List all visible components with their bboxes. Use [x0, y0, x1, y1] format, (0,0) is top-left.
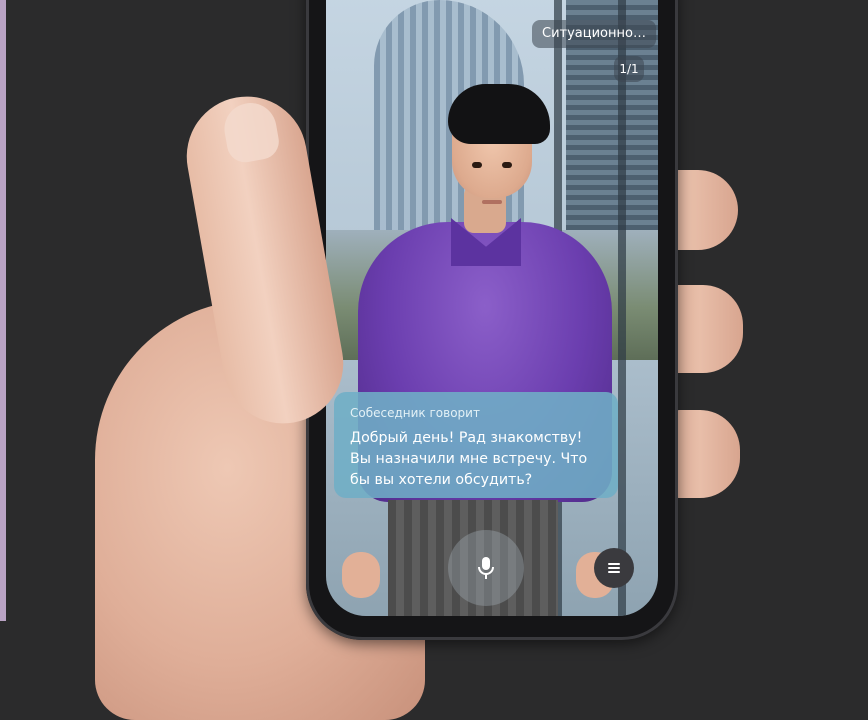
- scenario-title-button[interactable]: Ситуационно…: [532, 20, 656, 48]
- avatar-hair: [448, 84, 550, 144]
- microphone-icon: [478, 557, 494, 579]
- menu-icon: [608, 563, 620, 573]
- speech-bubble: Собеседник говорит Добрый день! Рад знак…: [334, 392, 618, 498]
- avatar-eye-right: [502, 162, 512, 168]
- phone-screen: Ситуационно… 1/1 Собеседник говорит Добр…: [326, 0, 658, 616]
- scenario-title: Ситуационно…: [542, 26, 646, 41]
- speaker-label: Собеседник говорит: [350, 406, 480, 420]
- left-accent-bar: [0, 0, 6, 621]
- scenario-counter: 1/1: [614, 56, 644, 82]
- microphone-button[interactable]: [448, 530, 524, 606]
- avatar-eye-left: [472, 162, 482, 168]
- avatar-mouth: [482, 200, 502, 204]
- menu-button[interactable]: [594, 548, 634, 588]
- avatar-hand-left: [342, 552, 380, 598]
- window-frame: [618, 0, 626, 616]
- speech-text: Добрый день! Рад знакомству! Вы назначил…: [350, 430, 588, 488]
